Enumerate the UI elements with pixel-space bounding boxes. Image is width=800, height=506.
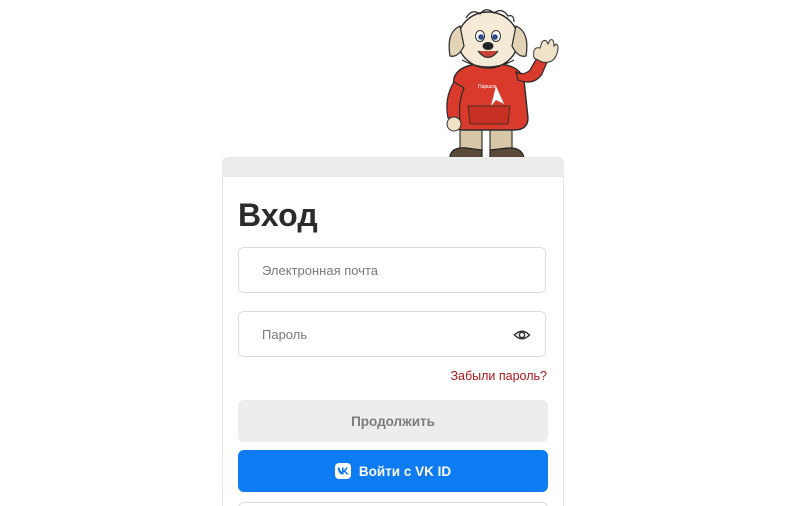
next-option-button-edge[interactable] — [238, 502, 548, 506]
dog-mascot-illustration: Паршок — [442, 9, 559, 173]
vk-id-button[interactable]: Войти с VK ID — [238, 450, 548, 492]
password-field[interactable] — [238, 311, 546, 357]
svg-text:Паршок: Паршок — [478, 84, 497, 90]
password-input[interactable] — [239, 312, 545, 356]
login-page: Паршок Вход Электронная почта Забыли пар… — [0, 0, 800, 506]
vk-logo-icon — [334, 463, 351, 479]
card-header-band — [222, 157, 564, 178]
eye-icon[interactable] — [513, 326, 531, 344]
vk-id-button-label: Войти с VK ID — [358, 463, 452, 479]
continue-button[interactable]: Продолжить — [238, 400, 548, 442]
email-field[interactable] — [238, 247, 546, 293]
email-input[interactable] — [239, 248, 545, 292]
forgot-password-link[interactable]: Забыли пароль? — [450, 369, 547, 383]
login-card: Вход Забыли пароль? Продолжить Войти с V… — [222, 176, 564, 506]
page-title: Вход — [238, 197, 318, 233]
